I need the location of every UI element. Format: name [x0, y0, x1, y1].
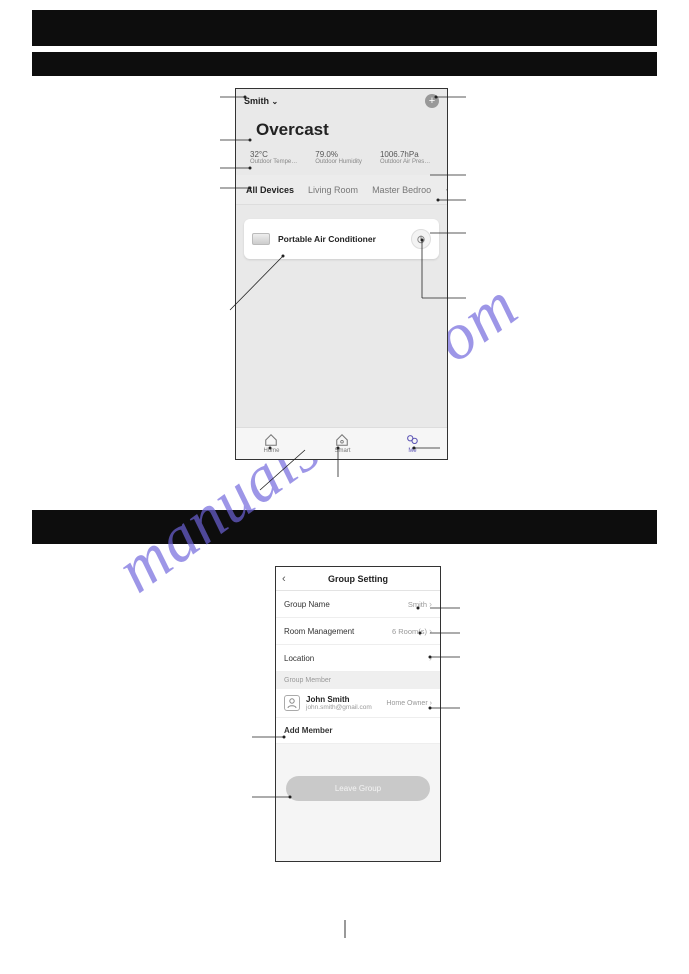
device-icon: [252, 233, 270, 245]
add-button[interactable]: +: [425, 94, 439, 108]
device-name: Portable Air Conditioner: [278, 234, 403, 244]
page-header-bar: [32, 10, 657, 46]
member-row[interactable]: John Smith john.smith@gmail.com Home Own…: [276, 689, 440, 718]
row-room-management[interactable]: Room Management 6 Room(s)›: [276, 618, 440, 645]
footer-divider: [344, 920, 345, 938]
device-card[interactable]: Portable Air Conditioner: [244, 219, 439, 259]
group-name-label: Group Name: [284, 600, 330, 609]
location-label: Location: [284, 654, 314, 663]
phone-group-setting: ‹ Group Setting Group Name Smith› Room M…: [275, 566, 441, 862]
member-role: Home Owner: [386, 700, 427, 707]
weather-condition: Overcast: [256, 120, 329, 140]
stat-pressure: 1006.7hPa Outdoor Air Pres…: [380, 150, 430, 165]
power-button[interactable]: [411, 229, 431, 249]
nav-home[interactable]: Home: [263, 433, 279, 454]
tab-master-bedroom[interactable]: Master Bedroo: [372, 185, 431, 195]
stat-humidity: 79.0% Outdoor Humidity: [315, 150, 362, 165]
back-icon[interactable]: ‹: [282, 573, 286, 585]
group-setting-header: ‹ Group Setting: [276, 567, 440, 591]
tab-living-room[interactable]: Living Room: [308, 185, 358, 195]
stat-temperature: 32°C Outdoor Tempe…: [250, 150, 297, 165]
add-member-button[interactable]: Add Member: [276, 718, 440, 744]
bottom-nav: Home Smart Me: [236, 427, 447, 459]
member-email: john.smith@gmail.com: [306, 704, 372, 711]
room-mgmt-label: Room Management: [284, 627, 354, 636]
page-title: Group Setting: [328, 574, 388, 584]
nav-me[interactable]: Me: [405, 433, 419, 454]
tab-all-devices[interactable]: All Devices: [246, 185, 294, 195]
row-group-name[interactable]: Group Name Smith›: [276, 591, 440, 618]
chevron-right-icon: ›: [429, 653, 432, 663]
room-tabs: All Devices Living Room Master Bedroo ⋯: [236, 175, 447, 205]
avatar-icon: [284, 695, 300, 711]
nav-smart[interactable]: Smart: [334, 433, 350, 454]
member-name: John Smith: [306, 695, 372, 704]
chevron-right-icon: ›: [430, 700, 432, 707]
leave-group-button[interactable]: Leave Group: [286, 776, 430, 801]
chevron-right-icon: ›: [429, 599, 432, 609]
chevron-right-icon: ›: [429, 626, 432, 636]
group-name-value: Smith: [408, 600, 427, 609]
room-mgmt-value: 6 Room(s): [392, 627, 427, 636]
row-location[interactable]: Location ›: [276, 645, 440, 672]
group-member-section: Group Member: [276, 672, 440, 689]
chevron-down-icon: ⌄: [272, 97, 279, 106]
section-header-bar-1: [32, 52, 657, 76]
more-rooms-icon[interactable]: ⋯: [445, 183, 447, 196]
phone-home-screen: Smith ⌄ + Overcast 32°C Outdoor Tempe… 7…: [235, 88, 448, 460]
home-name-label: Smith: [244, 96, 269, 106]
home-selector[interactable]: Smith ⌄: [244, 96, 278, 106]
section-header-bar-2: [32, 510, 657, 544]
